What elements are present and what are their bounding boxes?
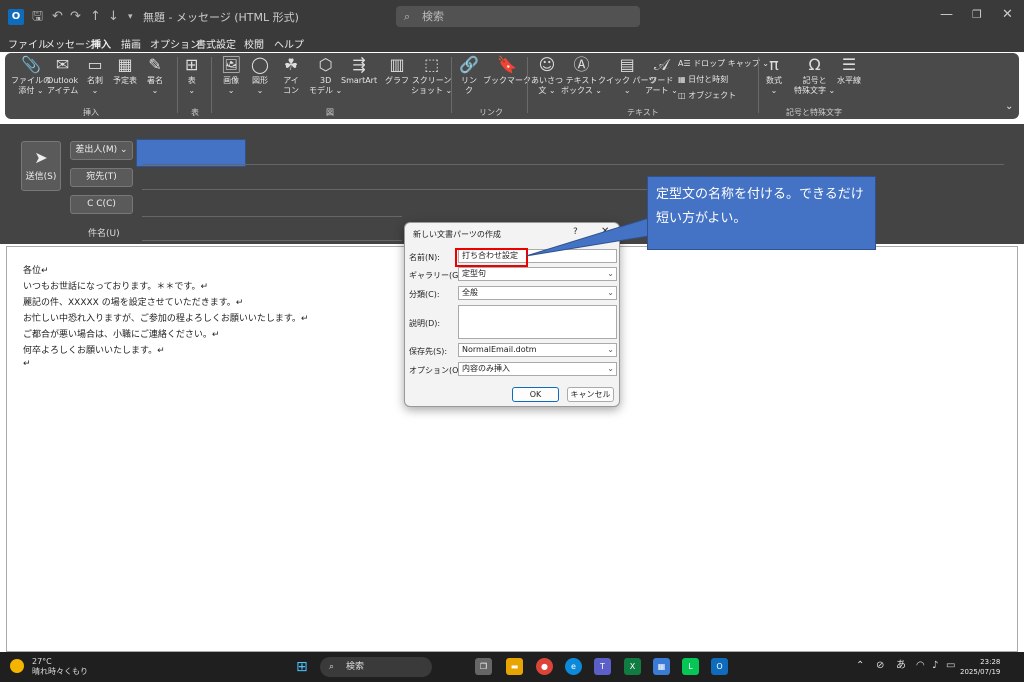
outlook-window: O 🖫 ↶ ↷ ↑ ↓ ▾ 無題 - メッセージ (HTML 形式) ⌕ 検索 … [0,0,1024,682]
annotation-callout: 定型文の名称を付ける。できるだけ短い方がよい。 [647,176,876,250]
callout-pointer [525,217,675,257]
